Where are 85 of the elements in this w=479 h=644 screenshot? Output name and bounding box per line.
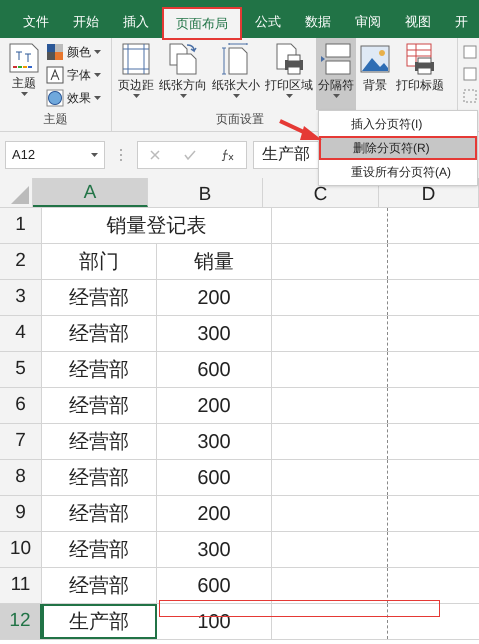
theme-button[interactable]: 主题	[6, 42, 42, 110]
row-header[interactable]: 2	[0, 244, 42, 279]
table-cell-text: 生产部	[69, 610, 129, 634]
print-titles-icon	[404, 42, 436, 76]
table-cell-text: 经营部	[69, 358, 129, 382]
row-header[interactable]: 4	[0, 316, 42, 351]
effects-icon	[46, 89, 64, 107]
table-cell-text: 300	[197, 322, 231, 346]
row-header[interactable]: 11	[0, 568, 42, 603]
table-cell-text: 经营部	[69, 286, 129, 310]
table-cell-text: 经营部	[69, 574, 129, 598]
ribbon-tab[interactable]: 插入	[112, 5, 160, 38]
row-header[interactable]: 1	[0, 208, 42, 243]
function-icon	[220, 149, 234, 161]
ribbon-small-button[interactable]: 效果	[46, 88, 101, 108]
table-cell-text: 600	[197, 466, 231, 490]
row-header[interactable]: 3	[0, 280, 42, 315]
ribbon-button[interactable]: 背景	[357, 38, 393, 110]
table-cell-text: 销量	[194, 250, 234, 274]
caret-icon	[132, 94, 140, 98]
table-cell-text: 200	[197, 502, 231, 526]
caret-icon	[91, 153, 98, 157]
table-cell-text: 经营部	[69, 502, 129, 526]
theme-icon	[8, 42, 40, 74]
caret-icon	[94, 96, 101, 100]
column-header[interactable]: A	[33, 178, 148, 207]
table-cell-text: 部门	[79, 250, 119, 274]
column-header[interactable]: B	[148, 178, 263, 207]
row-header[interactable]: 6	[0, 388, 42, 423]
table-cell-text: 200	[197, 394, 231, 418]
table-cell-text: 经营部	[69, 466, 129, 490]
row-header[interactable]: 5	[0, 352, 42, 387]
ribbon-tab[interactable]: 公式	[244, 5, 292, 38]
caret-icon	[332, 94, 340, 98]
caret-icon	[94, 50, 101, 54]
group-label: 页面设置	[216, 111, 264, 128]
drag-handle-icon	[119, 148, 123, 162]
row-header[interactable]: 9	[0, 496, 42, 531]
ribbon-button[interactable]: 打印区域	[263, 38, 315, 110]
checkmark-icon	[184, 150, 196, 160]
page-break-icon	[320, 42, 352, 76]
group-label: 主题	[42, 111, 68, 128]
ribbon-button[interactable]: 纸张大小	[210, 38, 262, 110]
font-icon	[46, 66, 64, 84]
annotation-arrow	[278, 118, 322, 142]
ribbon-tab[interactable]: 审阅	[344, 5, 392, 38]
ribbon-small-button[interactable]: 颜色	[46, 42, 101, 62]
menu-item[interactable]: 插入分页符(I)	[319, 112, 477, 136]
ribbon-button[interactable]: 分隔符	[316, 38, 356, 110]
ribbon-tab[interactable]: 数据	[294, 5, 342, 38]
caret-icon	[286, 94, 292, 98]
table-title: 销量登记表	[106, 214, 206, 238]
margins-icon	[120, 42, 152, 76]
table-cell-text: 200	[197, 286, 231, 310]
ribbon-tab[interactable]: 视图	[394, 5, 442, 38]
table-cell-text: 经营部	[69, 322, 129, 346]
ribbon-tab[interactable]: 开始	[62, 5, 110, 38]
color-swatch-icon	[46, 43, 64, 61]
cancel-icon	[150, 150, 160, 160]
menu-item[interactable]: 删除分页符(R)	[319, 136, 477, 160]
orientation-icon	[167, 42, 199, 76]
ribbon-tab[interactable]: 页面布局	[162, 7, 242, 40]
select-all-icon	[11, 186, 29, 204]
row-header[interactable]: 8	[0, 460, 42, 495]
caret-icon	[232, 94, 240, 98]
table-cell-text: 600	[197, 358, 231, 382]
table-cell-text: 300	[197, 430, 231, 454]
table-cell-text: 300	[197, 538, 231, 562]
caret-icon	[94, 73, 101, 77]
row-header[interactable]: 10	[0, 532, 42, 567]
ribbon-tab[interactable]: 开	[444, 5, 479, 38]
name-box[interactable]: A12	[5, 141, 105, 169]
table-cell-text: 经营部	[69, 538, 129, 562]
ribbon-button[interactable]: 页边距	[116, 38, 156, 110]
ribbon-small-button[interactable]: 字体	[46, 65, 101, 85]
ribbon-button[interactable]: 打印标题	[394, 38, 446, 110]
row-header[interactable]: 12	[0, 604, 42, 639]
ribbon-tab[interactable]: 文件	[12, 5, 60, 38]
table-cell-text: 经营部	[69, 430, 129, 454]
table-cell-text: 经营部	[69, 394, 129, 418]
ribbon-button[interactable]: 纸张方向	[157, 38, 209, 110]
caret-icon	[180, 94, 186, 98]
table-cell-text: 600	[197, 574, 231, 598]
caret-icon	[20, 92, 28, 96]
row-header[interactable]: 7	[0, 424, 42, 459]
